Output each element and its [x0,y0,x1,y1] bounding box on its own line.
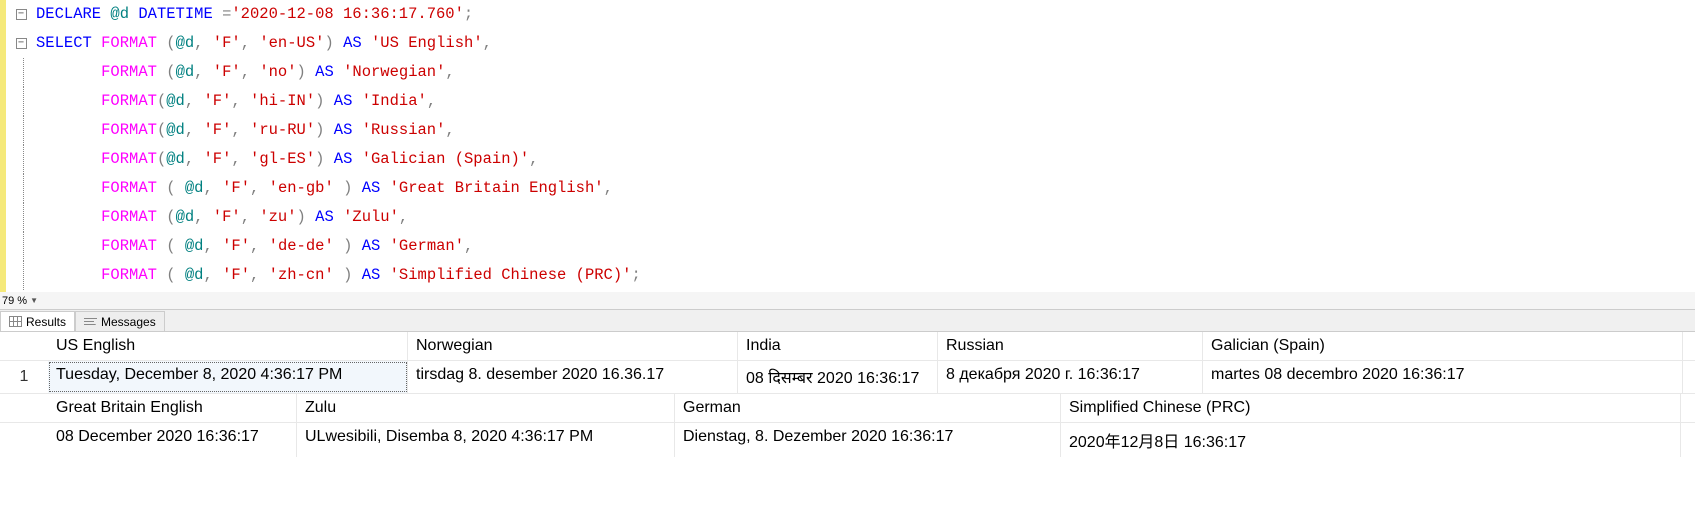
fold-toggle-icon[interactable]: − [16,38,27,49]
results-header-row: Great Britain English Zulu German Simpli… [0,394,1695,423]
row-number: 1 [0,361,48,393]
column-header[interactable]: Great Britain English [48,394,297,422]
result-cell[interactable]: ULwesibili, Disemba 8, 2020 4:36:17 PM [297,423,675,457]
tab-label: Messages [101,315,156,329]
column-header[interactable]: Zulu [297,394,675,422]
messages-icon [84,316,97,327]
tab-messages[interactable]: Messages [75,311,165,331]
tab-label: Results [26,315,66,329]
result-cell[interactable]: Tuesday, December 8, 2020 4:36:17 PM [48,361,408,393]
zoom-value: 79 % [2,295,27,307]
fold-toggle-icon[interactable]: − [16,9,27,20]
fold-line-icon [23,203,24,232]
fold-line-icon [23,261,24,290]
result-cell[interactable]: 08 December 2020 16:36:17 [48,423,297,457]
fold-line-icon [23,87,24,116]
result-cell[interactable]: Dienstag, 8. Dezember 2020 16:36:17 [675,423,1061,457]
column-header[interactable]: Russian [938,332,1203,360]
fold-line-icon [23,58,24,87]
fold-line-icon [23,145,24,174]
row-number-header [0,394,48,422]
column-header[interactable]: US English [48,332,408,360]
result-cell[interactable]: martes 08 decembro 2020 16:36:17 [1203,361,1683,393]
column-header[interactable]: Norwegian [408,332,738,360]
sql-editor-pane[interactable]: − − DECLARE @d DATETIME ='2020-12-08 16:… [0,0,1695,292]
result-cell[interactable]: tirsdag 8. desember 2020 16.36.17 [408,361,738,393]
fold-line-icon [23,232,24,261]
column-header[interactable]: India [738,332,938,360]
tab-results[interactable]: Results [0,311,75,331]
result-cell[interactable]: 08 दिसम्बर 2020 16:36:17 [738,361,938,393]
line-gutter: − − [6,0,36,292]
table-row[interactable]: 1 Tuesday, December 8, 2020 4:36:17 PM t… [0,361,1695,394]
zoom-dropdown[interactable]: 79 %▼ [0,292,1695,310]
grid-icon [9,316,22,327]
fold-line-icon [23,116,24,145]
results-tab-strip: Results Messages [0,310,1695,332]
column-header[interactable]: Galician (Spain) [1203,332,1683,360]
result-cell[interactable]: 8 декабря 2020 г. 16:36:17 [938,361,1203,393]
row-number [0,423,48,457]
result-cell[interactable]: 2020年12月8日 16:36:17 [1061,423,1681,457]
fold-line-icon [23,174,24,203]
row-number-header [0,332,48,360]
sql-code-text[interactable]: DECLARE @d DATETIME ='2020-12-08 16:36:1… [36,0,1695,292]
chevron-down-icon: ▼ [30,296,38,305]
results-header-row: US English Norwegian India Russian Galic… [0,332,1695,361]
results-grid[interactable]: US English Norwegian India Russian Galic… [0,332,1695,457]
table-row[interactable]: 08 December 2020 16:36:17 ULwesibili, Di… [0,423,1695,457]
column-header[interactable]: Simplified Chinese (PRC) [1061,394,1681,422]
column-header[interactable]: German [675,394,1061,422]
